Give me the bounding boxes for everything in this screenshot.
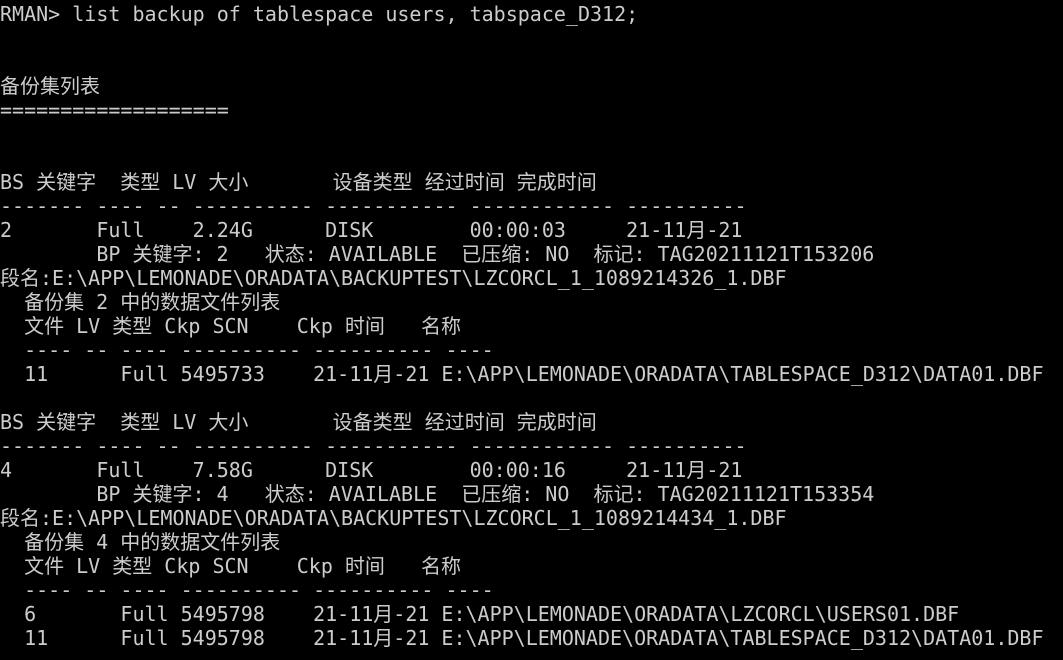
backup-piece-line: BP 关键字: 4 状态: AVAILABLE 已压缩: NO 标记: TAG2… — [0, 482, 875, 506]
piece-name-line: 段名:E:\APP\LEMONADE\ORADATA\BACKUPTEST\LZ… — [0, 506, 787, 530]
datafile-list-header: 文件 LV 类型 Ckp SCN Ckp 时间 名称 — [0, 554, 462, 578]
blank-line — [0, 122, 1063, 146]
datafile-row: 11 Full 5495733 21-11月-21 E:\APP\LEMONAD… — [0, 362, 1044, 386]
datafile-row: 6 Full 5495798 21-11月-21 E:\APP\LEMONADE… — [0, 602, 960, 626]
backupset-header-rule: ------- ---- -- ---------- ----------- -… — [0, 434, 747, 458]
blank-line — [0, 50, 1063, 74]
datafile-list-title: 备份集 2 中的数据文件列表 — [0, 290, 281, 314]
backupset-header-rule: ------- ---- -- ---------- ----------- -… — [0, 194, 747, 218]
datafile-list-header-rule: ---- -- ---- ---------- ---------- ---- — [0, 338, 494, 362]
blank-line — [0, 386, 1063, 410]
datafile-list-header-rule: ---- -- ---- ---------- ---------- ---- — [0, 578, 494, 602]
backupset-header: BS 关键字 类型 LV 大小 设备类型 经过时间 完成时间 — [0, 170, 597, 194]
terminal-window[interactable]: RMAN> list backup of tablespace users, t… — [0, 0, 1063, 660]
title-underline: =================== — [0, 98, 229, 122]
backupset-row: 2 Full 2.24G DISK 00:00:03 21-11月-21 — [0, 218, 743, 242]
piece-name-line: 段名:E:\APP\LEMONADE\ORADATA\BACKUPTEST\LZ… — [0, 266, 787, 290]
datafile-row: 11 Full 5495798 21-11月-21 E:\APP\LEMONAD… — [0, 626, 1044, 650]
command-line: RMAN> list backup of tablespace users, t… — [0, 2, 639, 26]
datafile-list-title: 备份集 4 中的数据文件列表 — [0, 530, 281, 554]
blank-line — [0, 26, 1063, 50]
backupset-header: BS 关键字 类型 LV 大小 设备类型 经过时间 完成时间 — [0, 410, 597, 434]
datafile-list-header: 文件 LV 类型 Ckp SCN Ckp 时间 名称 — [0, 314, 462, 338]
backup-piece-line: BP 关键字: 2 状态: AVAILABLE 已压缩: NO 标记: TAG2… — [0, 242, 875, 266]
backupset-row: 4 Full 7.58G DISK 00:00:16 21-11月-21 — [0, 458, 743, 482]
report-title: 备份集列表 — [0, 74, 100, 98]
blank-line — [0, 146, 1063, 170]
